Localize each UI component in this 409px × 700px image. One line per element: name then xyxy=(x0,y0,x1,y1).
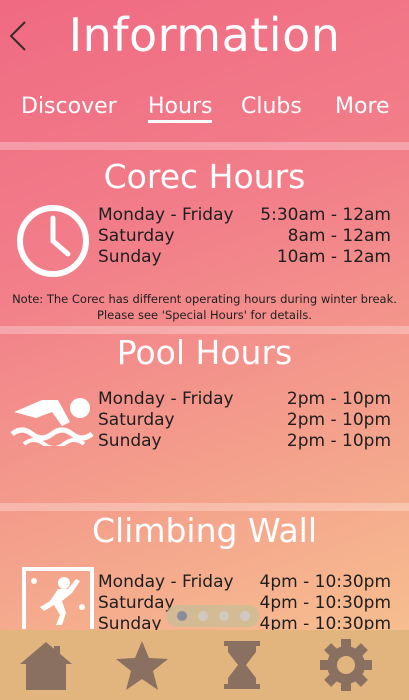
tab-clubs[interactable]: Clubs xyxy=(241,94,302,119)
day-label: Monday - Friday xyxy=(98,389,234,409)
page-dot[interactable] xyxy=(198,611,208,621)
day-label: Saturday xyxy=(98,226,175,246)
header: Information xyxy=(0,0,409,78)
day-label: Saturday xyxy=(98,410,175,430)
gear-icon[interactable] xyxy=(316,638,376,692)
hourglass-icon[interactable] xyxy=(212,638,272,692)
day-label: Sunday xyxy=(98,431,162,451)
day-label: Sunday xyxy=(98,247,162,267)
page-title: Information xyxy=(68,8,341,62)
time-label: 2pm - 10pm xyxy=(286,431,391,451)
corec-note: Note: The Corec has different operating … xyxy=(12,292,397,322)
pool-row: Monday - Friday 2pm - 10pm xyxy=(0,389,409,410)
climbing-wall-title: Climbing Wall xyxy=(91,511,318,550)
pool-hours-title: Pool Hours xyxy=(116,333,293,372)
time-label: 10am - 12am xyxy=(276,247,391,267)
tab-hours[interactable]: Hours xyxy=(148,94,213,123)
day-label: Saturday xyxy=(98,593,175,613)
page-dot[interactable] xyxy=(177,611,187,621)
day-label: Monday - Friday xyxy=(98,205,234,225)
tab-more[interactable]: More xyxy=(335,94,390,119)
corec-hours-title: Corec Hours xyxy=(103,157,306,196)
page-indicator xyxy=(166,605,260,627)
tab-bar: Discover Hours Clubs More xyxy=(0,88,409,132)
divider xyxy=(0,503,409,511)
star-icon[interactable] xyxy=(112,638,172,692)
home-icon[interactable] xyxy=(16,638,76,692)
time-label: 2pm - 10pm xyxy=(286,410,391,430)
page-dot[interactable] xyxy=(240,611,250,621)
corec-row: Sunday 10am - 12am xyxy=(0,247,409,268)
divider xyxy=(0,142,409,150)
time-label: 4pm - 10:30pm xyxy=(259,572,391,592)
corec-row: Monday - Friday 5:30am - 12am xyxy=(0,205,409,226)
page-dot[interactable] xyxy=(219,611,229,621)
tab-discover[interactable]: Discover xyxy=(21,94,117,119)
climbing-row: Monday - Friday 4pm - 10:30pm xyxy=(0,572,409,593)
time-label: 5:30am - 12am xyxy=(260,205,391,225)
pool-row: Sunday 2pm - 10pm xyxy=(0,431,409,452)
pool-row: Saturday 2pm - 10pm xyxy=(0,410,409,431)
corec-row: Saturday 8am - 12am xyxy=(0,226,409,247)
time-label: 4pm - 10:30pm xyxy=(259,593,391,613)
bottom-tab-bar xyxy=(0,630,409,700)
time-label: 8am - 12am xyxy=(287,226,391,246)
day-label: Monday - Friday xyxy=(98,572,234,592)
time-label: 2pm - 10pm xyxy=(286,389,391,409)
